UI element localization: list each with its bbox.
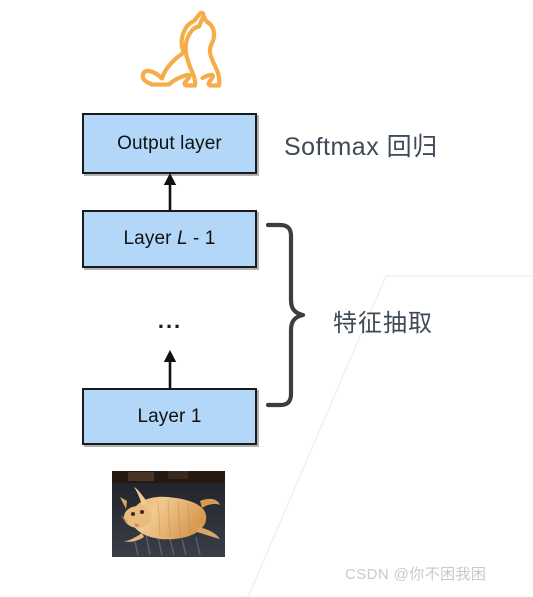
output-layer-box: Output layer (82, 113, 257, 174)
layer-L-minus-1-box: Layer L - 1 (82, 210, 257, 268)
feature-extraction-brace (266, 222, 306, 408)
layer-1-box: Layer 1 (82, 388, 257, 445)
feature-extraction-annotation: 特征抽取 (333, 310, 433, 337)
arrow-up-from-layer-1 (163, 350, 177, 389)
layer-1-label: Layer 1 (137, 405, 202, 427)
softmax-annotation: Softmax 回归 (284, 133, 438, 161)
layer-label-italic-L: L (176, 228, 188, 249)
layer-L-minus-1-label: Layer L - 1 (124, 228, 216, 250)
layer-label-suffix: - 1 (187, 228, 216, 249)
cat-outline-icon (140, 10, 222, 88)
layers-ellipsis: ... (157, 308, 183, 333)
diagram-canvas: Output layer Layer L - 1 ... Layer 1 Sof… (0, 0, 533, 597)
layer-label-prefix: Layer (123, 228, 177, 249)
csdn-watermark: CSDN @你不困我困 (345, 566, 487, 583)
arrow-up-to-output (163, 173, 177, 211)
output-layer-label: Output layer (117, 132, 222, 154)
input-cat-photo (112, 471, 225, 557)
